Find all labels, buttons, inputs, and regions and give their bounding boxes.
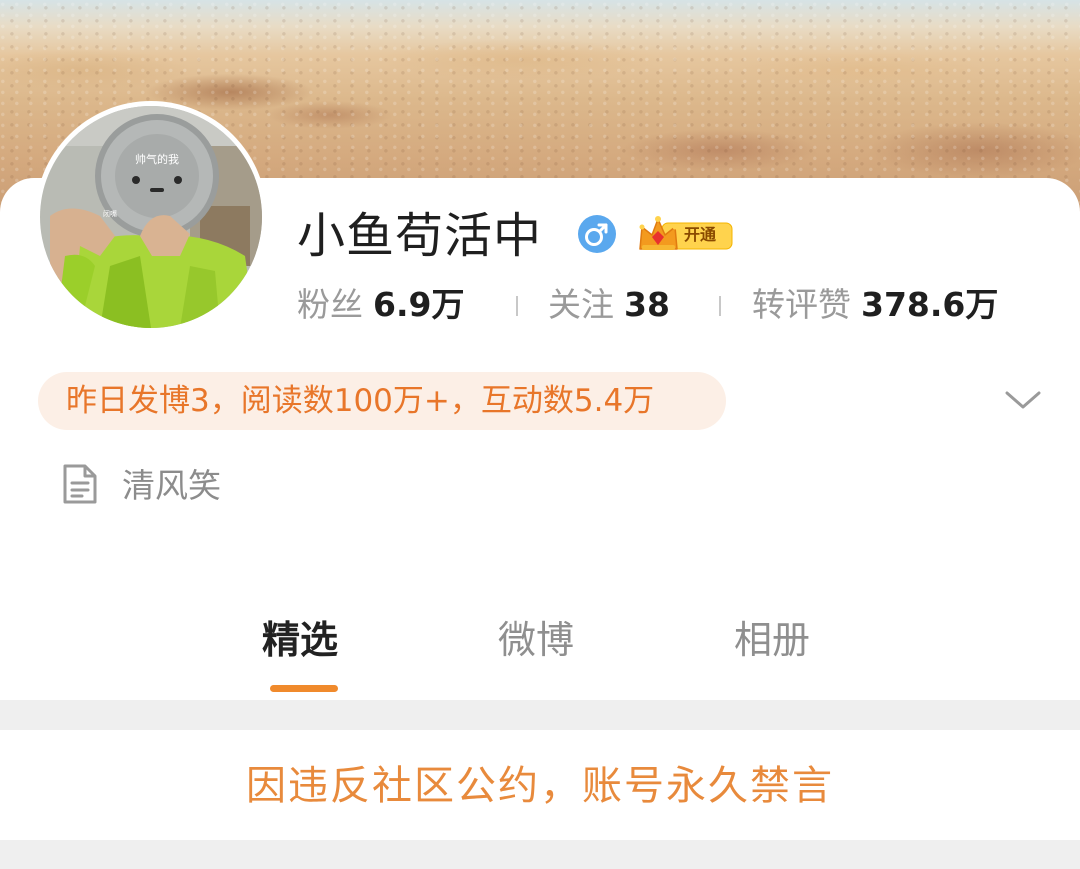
avatar-caption-small: 闭嘴 (103, 209, 117, 218)
tab-weibo[interactable]: 微博 (498, 610, 574, 670)
crown-icon (639, 216, 678, 250)
following-stat[interactable]: 关注 38 (548, 280, 670, 336)
profile-name: 小鱼苟活中 (297, 208, 543, 264)
yesterday-summary-text: 昨日发博3，阅读数100万+，互动数5.4万 (66, 383, 655, 419)
likes-count: 378.6万 (861, 285, 999, 324)
likes-label: 转评赞 (752, 285, 851, 324)
fans-stat[interactable]: 粉丝 6.9万 (297, 280, 464, 336)
avatar-caption: 帅气的我 (135, 152, 179, 166)
following-count: 38 (624, 285, 670, 324)
ban-notice: 因违反社区公约，账号永久禁言 (0, 730, 1080, 840)
chevron-down-icon[interactable] (1002, 386, 1044, 414)
vip-badge-label: 开通 (684, 225, 717, 244)
avatar-image: 帅气的我 闭嘴 (40, 106, 262, 328)
stat-divider (719, 296, 721, 316)
stat-divider (516, 296, 518, 316)
male-icon (578, 215, 616, 253)
tab-album[interactable]: 相册 (734, 610, 810, 670)
avatar[interactable]: 帅气的我 闭嘴 (40, 106, 262, 328)
ban-notice-text: 因违反社区公约，账号永久禁言 (246, 763, 834, 809)
tab-featured[interactable]: 精选 (262, 610, 338, 670)
document-icon (63, 464, 97, 504)
following-label: 关注 (548, 285, 614, 324)
yesterday-summary-pill[interactable]: 昨日发博3，阅读数100万+，互动数5.4万 (38, 372, 726, 430)
bio-text: 清风笑 (122, 466, 221, 505)
active-tab-indicator (270, 685, 338, 692)
fans-count: 6.9万 (373, 285, 465, 324)
section-separator (0, 840, 1080, 869)
likes-stat[interactable]: 转评赞 378.6万 (752, 280, 998, 336)
profile-page: 帅气的我 闭嘴 小鱼苟活中 开通 粉丝 6.9万 关注 38 转评赞 378.6… (0, 0, 1080, 869)
fans-label: 粉丝 (297, 285, 363, 324)
section-separator (0, 700, 1080, 730)
